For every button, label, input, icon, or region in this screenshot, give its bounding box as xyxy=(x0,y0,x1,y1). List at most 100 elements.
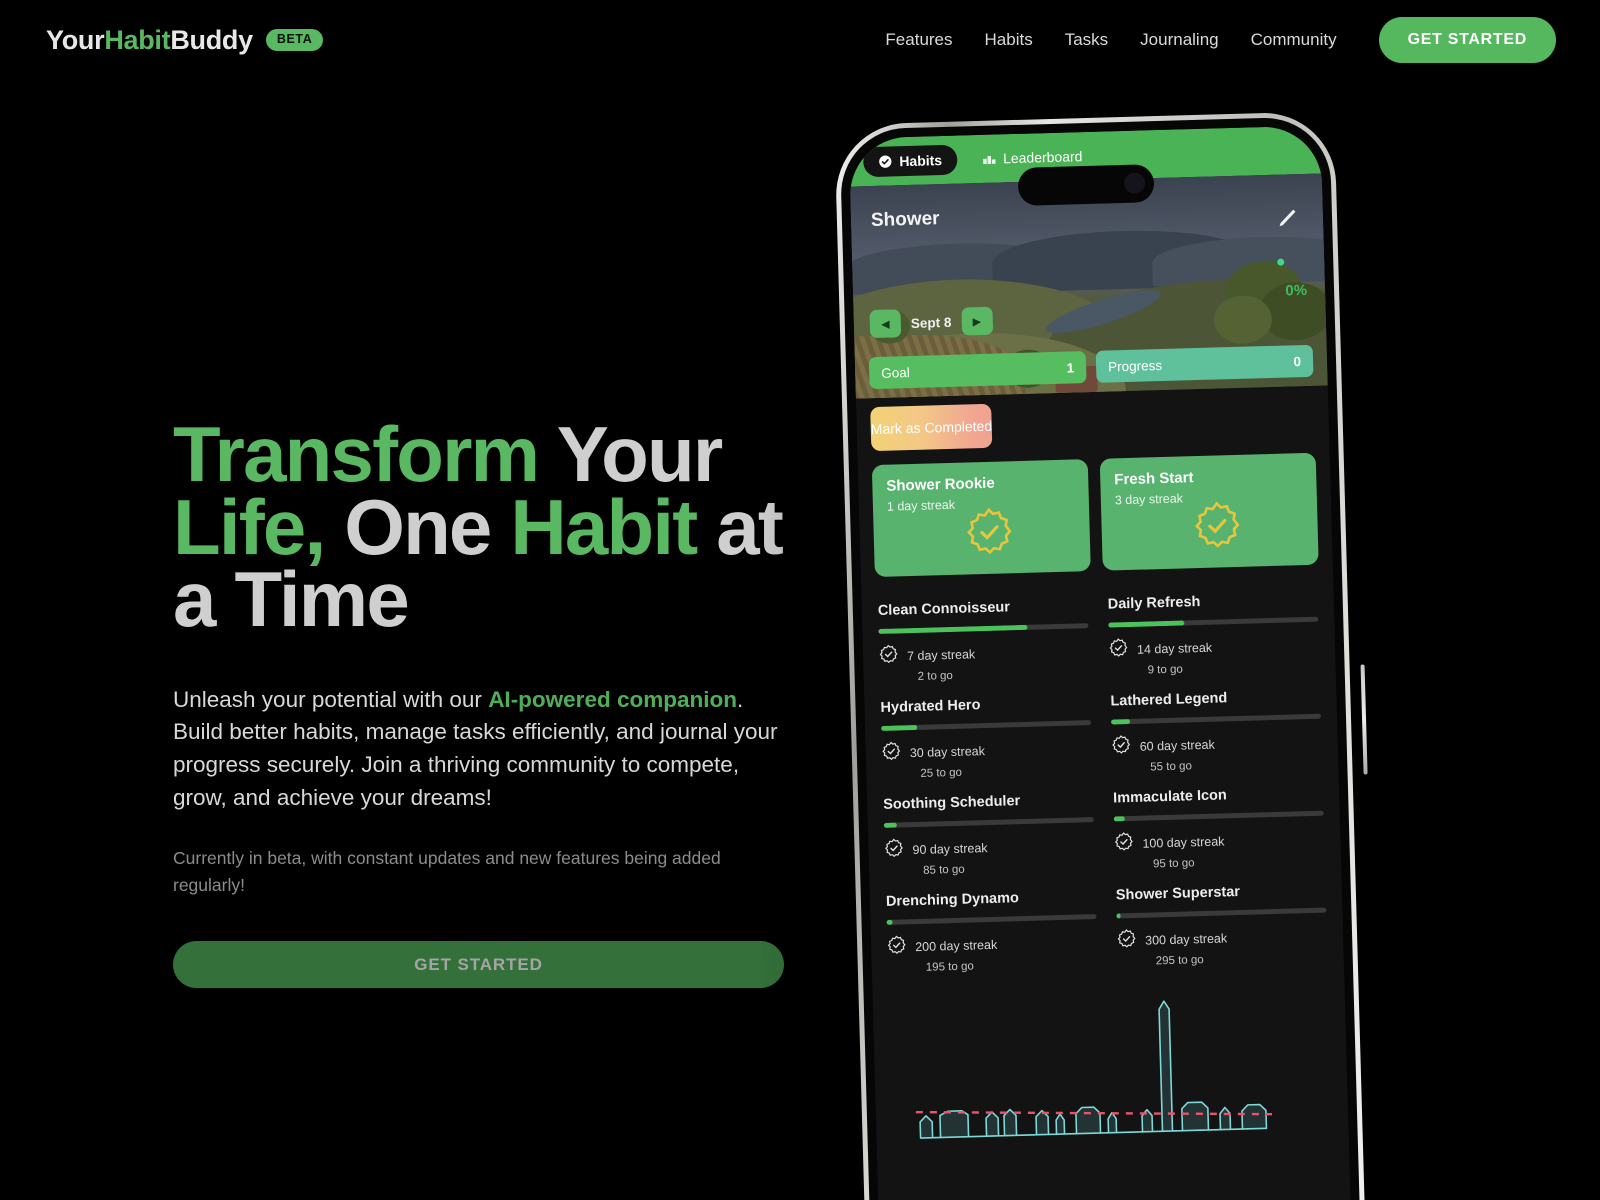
nav-link-habits[interactable]: Habits xyxy=(969,30,1049,50)
achievement-title: Lathered Legend xyxy=(1110,690,1228,710)
chevron-right-icon[interactable]: ▶ xyxy=(960,306,993,336)
achievement-item[interactable]: Clean Connoisseur 7 day streak 2 to go xyxy=(878,597,1090,684)
mark-as-completed-button[interactable]: Mark as Completed xyxy=(870,403,993,452)
hero-get-started-button[interactable]: GET STARTED xyxy=(173,941,784,989)
hero-subtitle-pre: Unleash your potential with our xyxy=(173,686,489,712)
achievement-progress-bar xyxy=(1116,907,1327,919)
nav-link-journaling[interactable]: Journaling xyxy=(1124,30,1234,50)
achievement-progress-bar xyxy=(1110,713,1322,725)
goal-stat-card: Goal 1 xyxy=(868,351,1087,390)
achievement-meta: 14 day streak xyxy=(1109,633,1320,663)
achievement-streak: 300 day streak xyxy=(1144,931,1228,948)
achievement-card-earned[interactable]: Shower Rookie 1 day streak xyxy=(871,459,1091,578)
main-navigation: Features Habits Tasks Journaling Communi… xyxy=(869,17,1556,63)
achievement-item[interactable]: Hydrated Hero 30 day streak 25 to go xyxy=(880,694,1092,781)
progress-stat-card: Progress 0 xyxy=(1095,344,1314,383)
tab-habits-label: Habits xyxy=(899,152,943,170)
achievement-progress-bar xyxy=(1113,810,1324,822)
achievement-title: Hydrated Hero xyxy=(880,697,981,716)
seal-outline-icon xyxy=(1111,735,1131,760)
achievement-to-go: 55 to go xyxy=(1150,760,1193,774)
hero-subtitle-accent: AI-powered companion xyxy=(488,686,737,712)
tab-habits[interactable]: Habits xyxy=(862,144,958,178)
achievement-title: Immaculate Icon xyxy=(1112,787,1227,807)
achievement-streak: 90 day streak xyxy=(912,841,988,858)
nav-link-tasks[interactable]: Tasks xyxy=(1049,30,1124,50)
award-seal-icon xyxy=(965,507,1014,561)
date-navigator: ◀ Sept 8 ▶ xyxy=(869,306,993,339)
dynamic-island xyxy=(1017,164,1155,206)
achievement-title: Shower Superstar xyxy=(1115,884,1241,904)
award-seal-icon xyxy=(1193,501,1242,555)
achievement-title: Daily Refresh xyxy=(1107,593,1201,613)
goal-value: 1 xyxy=(1066,359,1075,376)
achievement-progress-bar xyxy=(886,914,1097,925)
achievement-meta: 300 day streak xyxy=(1117,924,1328,954)
achievement-meta: 100 day streak xyxy=(1114,827,1325,857)
achievement-title: Soothing Scheduler xyxy=(883,793,1021,813)
progress-fill xyxy=(1113,816,1125,822)
progress-fill xyxy=(1110,719,1130,725)
goal-label: Goal xyxy=(880,364,910,381)
achievement-streak: 200 day streak xyxy=(915,937,998,955)
seal-outline-icon xyxy=(879,644,899,669)
achievement-to-go: 95 to go xyxy=(1152,857,1195,871)
seal-outline-icon xyxy=(882,741,902,766)
achievement-streak: 60 day streak xyxy=(1139,737,1215,754)
seal-outline-icon xyxy=(1109,638,1129,663)
achievement-meta: 60 day streak xyxy=(1111,730,1322,760)
nav-link-features[interactable]: Features xyxy=(869,30,968,50)
progress-fill xyxy=(881,724,917,731)
achievement-title: Drenching Dynamo xyxy=(885,890,1020,910)
achievement-title: Clean Connoisseur xyxy=(877,599,1011,620)
achievement-item[interactable]: Lathered Legend 60 day streak 55 to go xyxy=(1110,688,1322,775)
achievement-card-earned[interactable]: Fresh Start 3 day streak xyxy=(1099,452,1319,571)
habit-hero-banner: Shower 0% ◀ Sept 8 ▶ Goal 1 Progress 0 xyxy=(849,173,1328,399)
site-header: YourHabitBuddy BETA Features Habits Task… xyxy=(0,0,1600,80)
achievement-progress-bar xyxy=(883,817,1094,828)
seal-outline-icon xyxy=(884,838,904,863)
logo[interactable]: YourHabitBuddy BETA xyxy=(46,25,324,56)
achievement-progress-bar xyxy=(1108,616,1319,628)
progress-fill xyxy=(1116,913,1121,919)
beta-badge: BETA xyxy=(265,29,324,51)
achievement-to-go: 25 to go xyxy=(920,766,963,780)
achievement-progress-bar xyxy=(881,720,1092,731)
achievement-title: Shower Rookie xyxy=(886,474,995,495)
logo-part-habit: Habit xyxy=(104,24,171,55)
progress-value: 0 xyxy=(1293,353,1302,369)
achievement-to-go: 85 to go xyxy=(922,863,965,877)
progress-fill xyxy=(883,822,897,828)
achievement-to-go: 195 to go xyxy=(925,960,974,974)
achievement-item[interactable]: Soothing Scheduler 90 day streak 85 to g… xyxy=(883,791,1095,878)
hero-subtitle: Unleash your potential with our AI-power… xyxy=(173,684,787,815)
achievement-meta: 200 day streak xyxy=(887,930,1098,960)
seal-outline-icon xyxy=(1117,929,1137,954)
nav-link-community[interactable]: Community xyxy=(1235,30,1353,50)
achievement-item[interactable]: Immaculate Icon 100 day streak 95 to go xyxy=(1113,785,1325,872)
headline-habit: Habit xyxy=(510,482,717,571)
header-get-started-button[interactable]: GET STARTED xyxy=(1378,17,1556,63)
achievement-to-go: 9 to go xyxy=(1147,663,1183,677)
progress-label: Progress xyxy=(1107,357,1163,374)
completion-percent: 0% xyxy=(1285,281,1308,300)
progress-fill xyxy=(878,624,1028,634)
achievement-item[interactable]: Daily Refresh 14 day streak 9 to go xyxy=(1108,591,1320,678)
progress-fill xyxy=(886,919,893,925)
logo-wordmark: YourHabitBuddy xyxy=(46,25,253,56)
achievement-meta: 30 day streak xyxy=(882,736,1093,766)
habit-title: Shower xyxy=(870,208,940,232)
page-title: Transform Your Life, One Habit at a Time xyxy=(173,415,813,638)
achievement-streak: 7 day streak xyxy=(906,647,976,664)
achievement-progress-bar xyxy=(878,623,1089,634)
locked-achievements-grid: Clean Connoisseur 7 day streak 2 to go D… xyxy=(878,591,1328,975)
seal-outline-icon xyxy=(1114,832,1134,857)
phone-side-button[interactable] xyxy=(1360,664,1368,775)
logo-part-your: Your xyxy=(46,24,105,55)
phone-screen: Habits Leaderboard Shower 0% ◀ Sept 8 ▶ … xyxy=(848,125,1353,1200)
achievement-item[interactable]: Shower Superstar 300 day streak 295 to g… xyxy=(1116,882,1328,969)
pencil-icon[interactable] xyxy=(1275,204,1302,231)
seal-outline-icon xyxy=(887,935,907,960)
chevron-left-icon[interactable]: ◀ xyxy=(869,309,902,339)
achievement-item[interactable]: Drenching Dynamo 200 day streak 195 to g… xyxy=(886,888,1098,975)
